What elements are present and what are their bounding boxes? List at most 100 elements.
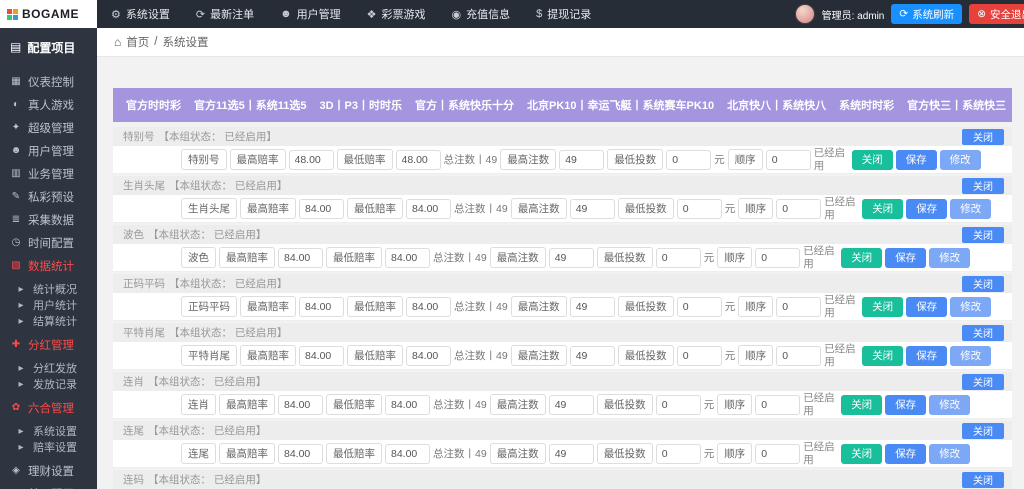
close-button[interactable]: 关闭 xyxy=(862,297,903,317)
group-close-button[interactable]: 关闭 xyxy=(962,276,1004,292)
sidebar-item[interactable]: ✚ 分红管理 xyxy=(0,333,97,356)
sidebar-item[interactable]: ▦ 仪表控制 xyxy=(0,70,97,93)
save-button[interactable]: 保存 xyxy=(906,199,947,219)
max-odds-input[interactable] xyxy=(299,346,344,366)
game-tab[interactable]: 3D丨P3丨时时乐 xyxy=(320,97,403,113)
sidebar-item[interactable]: ▸ 统计概况 xyxy=(0,281,97,297)
game-tab[interactable]: 官方丨系统快乐十分 xyxy=(415,97,514,113)
sidebar-item[interactable]: ▸ 发放记录 xyxy=(0,376,97,392)
save-button[interactable]: 保存 xyxy=(906,297,947,317)
game-tab[interactable]: 北京PK10丨幸运飞艇丨系统赛车PK10 xyxy=(527,97,714,113)
group-close-button[interactable]: 关闭 xyxy=(962,129,1004,145)
close-button[interactable]: 关闭 xyxy=(841,248,882,268)
order-input[interactable] xyxy=(755,248,800,268)
min-stake-input[interactable] xyxy=(677,297,722,317)
min-odds-input[interactable] xyxy=(385,248,430,268)
edit-button[interactable]: 修改 xyxy=(940,150,981,170)
sidebar-item[interactable]: ◷ 时间配置 xyxy=(0,231,97,254)
group-close-button[interactable]: 关闭 xyxy=(962,472,1004,488)
max-odds-input[interactable] xyxy=(289,150,334,170)
group-close-button[interactable]: 关闭 xyxy=(962,325,1004,341)
breadcrumb-home[interactable]: 首页 xyxy=(126,34,149,50)
navbar-item[interactable]: $ 提现记录 xyxy=(536,6,591,22)
sidebar-item[interactable]: ✎ 私彩预设 xyxy=(0,185,97,208)
sidebar-item[interactable]: ✦ 超级管理 xyxy=(0,116,97,139)
game-tab[interactable]: 北京快八丨系统快八 xyxy=(727,97,826,113)
max-odds-input[interactable] xyxy=(299,297,344,317)
max-bets-input[interactable] xyxy=(559,150,604,170)
group-close-button[interactable]: 关闭 xyxy=(962,374,1004,390)
group-close-button[interactable]: 关闭 xyxy=(962,227,1004,243)
order-input[interactable] xyxy=(755,395,800,415)
min-stake-input[interactable] xyxy=(656,444,701,464)
order-input[interactable] xyxy=(776,297,821,317)
sidebar-item[interactable]: ≣ 采集数据 xyxy=(0,208,97,231)
min-odds-input[interactable] xyxy=(385,395,430,415)
sidebar-item[interactable]: ✿ 六合管理 xyxy=(0,396,97,419)
close-button[interactable]: 关闭 xyxy=(862,199,903,219)
edit-button[interactable]: 修改 xyxy=(929,248,970,268)
save-button[interactable]: 保存 xyxy=(906,346,947,366)
close-button[interactable]: 关闭 xyxy=(841,395,882,415)
max-odds-input[interactable] xyxy=(278,444,323,464)
navbar-item[interactable]: ⟳ 最新注单 xyxy=(196,6,254,22)
sidebar-item[interactable]: ▧ 数据统计 xyxy=(0,254,97,277)
min-odds-input[interactable] xyxy=(406,346,451,366)
group-close-button[interactable]: 关闭 xyxy=(962,178,1004,194)
game-tab[interactable]: 系统时时彩 xyxy=(839,97,894,113)
min-odds-input[interactable] xyxy=(396,150,441,170)
group-close-button[interactable]: 关闭 xyxy=(962,423,1004,439)
max-odds-input[interactable] xyxy=(299,199,344,219)
edit-button[interactable]: 修改 xyxy=(950,199,991,219)
sidebar-item[interactable]: ▸ 赔率设置 xyxy=(0,439,97,455)
min-stake-input[interactable] xyxy=(656,395,701,415)
min-stake-input[interactable] xyxy=(677,199,722,219)
edit-button[interactable]: 修改 xyxy=(950,346,991,366)
logout-button[interactable]: ⊗ 安全退出 xyxy=(969,4,1024,24)
min-stake-input[interactable] xyxy=(677,346,722,366)
navbar-item[interactable]: ⚙ 系统设置 xyxy=(111,6,170,22)
sidebar-item[interactable]: ◈ 理财设置 xyxy=(0,459,97,482)
close-button[interactable]: 关闭 xyxy=(841,444,882,464)
max-bets-input[interactable] xyxy=(549,395,594,415)
sidebar-item[interactable]: ▸ 分红发放 xyxy=(0,360,97,376)
min-odds-input[interactable] xyxy=(406,199,451,219)
game-tab[interactable]: 官方11选5丨系统11选5 xyxy=(194,97,307,113)
order-input[interactable] xyxy=(766,150,811,170)
max-odds-input[interactable] xyxy=(278,248,323,268)
save-button[interactable]: 保存 xyxy=(885,248,926,268)
close-button[interactable]: 关闭 xyxy=(852,150,893,170)
close-button[interactable]: 关闭 xyxy=(862,346,903,366)
system-refresh-button[interactable]: ⟳ 系统刷新 xyxy=(891,4,962,24)
sidebar-item[interactable]: ▸ 用户统计 xyxy=(0,297,97,313)
sidebar-item[interactable]: ▥ 业务管理 xyxy=(0,162,97,185)
save-button[interactable]: 保存 xyxy=(885,444,926,464)
sidebar-item[interactable]: ▸ 结算统计 xyxy=(0,313,97,329)
min-odds-input[interactable] xyxy=(406,297,451,317)
max-bets-input[interactable] xyxy=(570,297,615,317)
min-stake-input[interactable] xyxy=(656,248,701,268)
sidebar-item[interactable]: ☻ 用户管理 xyxy=(0,139,97,162)
game-tab[interactable]: 官方时时彩 xyxy=(126,97,181,113)
navbar-item[interactable]: ◉ 充值信息 xyxy=(452,6,511,22)
max-odds-input[interactable] xyxy=(278,395,323,415)
save-button[interactable]: 保存 xyxy=(885,395,926,415)
max-bets-input[interactable] xyxy=(570,199,615,219)
sidebar-item[interactable]: ◐ 真人游戏 xyxy=(0,93,97,116)
edit-button[interactable]: 修改 xyxy=(950,297,991,317)
order-input[interactable] xyxy=(776,199,821,219)
min-stake-input[interactable] xyxy=(666,150,711,170)
edit-button[interactable]: 修改 xyxy=(929,444,970,464)
game-tab[interactable]: 官方快三丨系统快三 xyxy=(907,97,1006,113)
save-button[interactable]: 保存 xyxy=(896,150,937,170)
edit-button[interactable]: 修改 xyxy=(929,395,970,415)
max-bets-input[interactable] xyxy=(570,346,615,366)
sidebar-item[interactable]: ▸ 系统设置 xyxy=(0,423,97,439)
min-odds-input[interactable] xyxy=(385,444,430,464)
navbar-item[interactable]: ☻ 用户管理 xyxy=(280,6,341,22)
order-input[interactable] xyxy=(755,444,800,464)
order-input[interactable] xyxy=(776,346,821,366)
sidebar-item[interactable]: ⌂ 首页配置 xyxy=(0,482,97,489)
max-bets-input[interactable] xyxy=(549,444,594,464)
admin-avatar[interactable] xyxy=(795,4,815,24)
